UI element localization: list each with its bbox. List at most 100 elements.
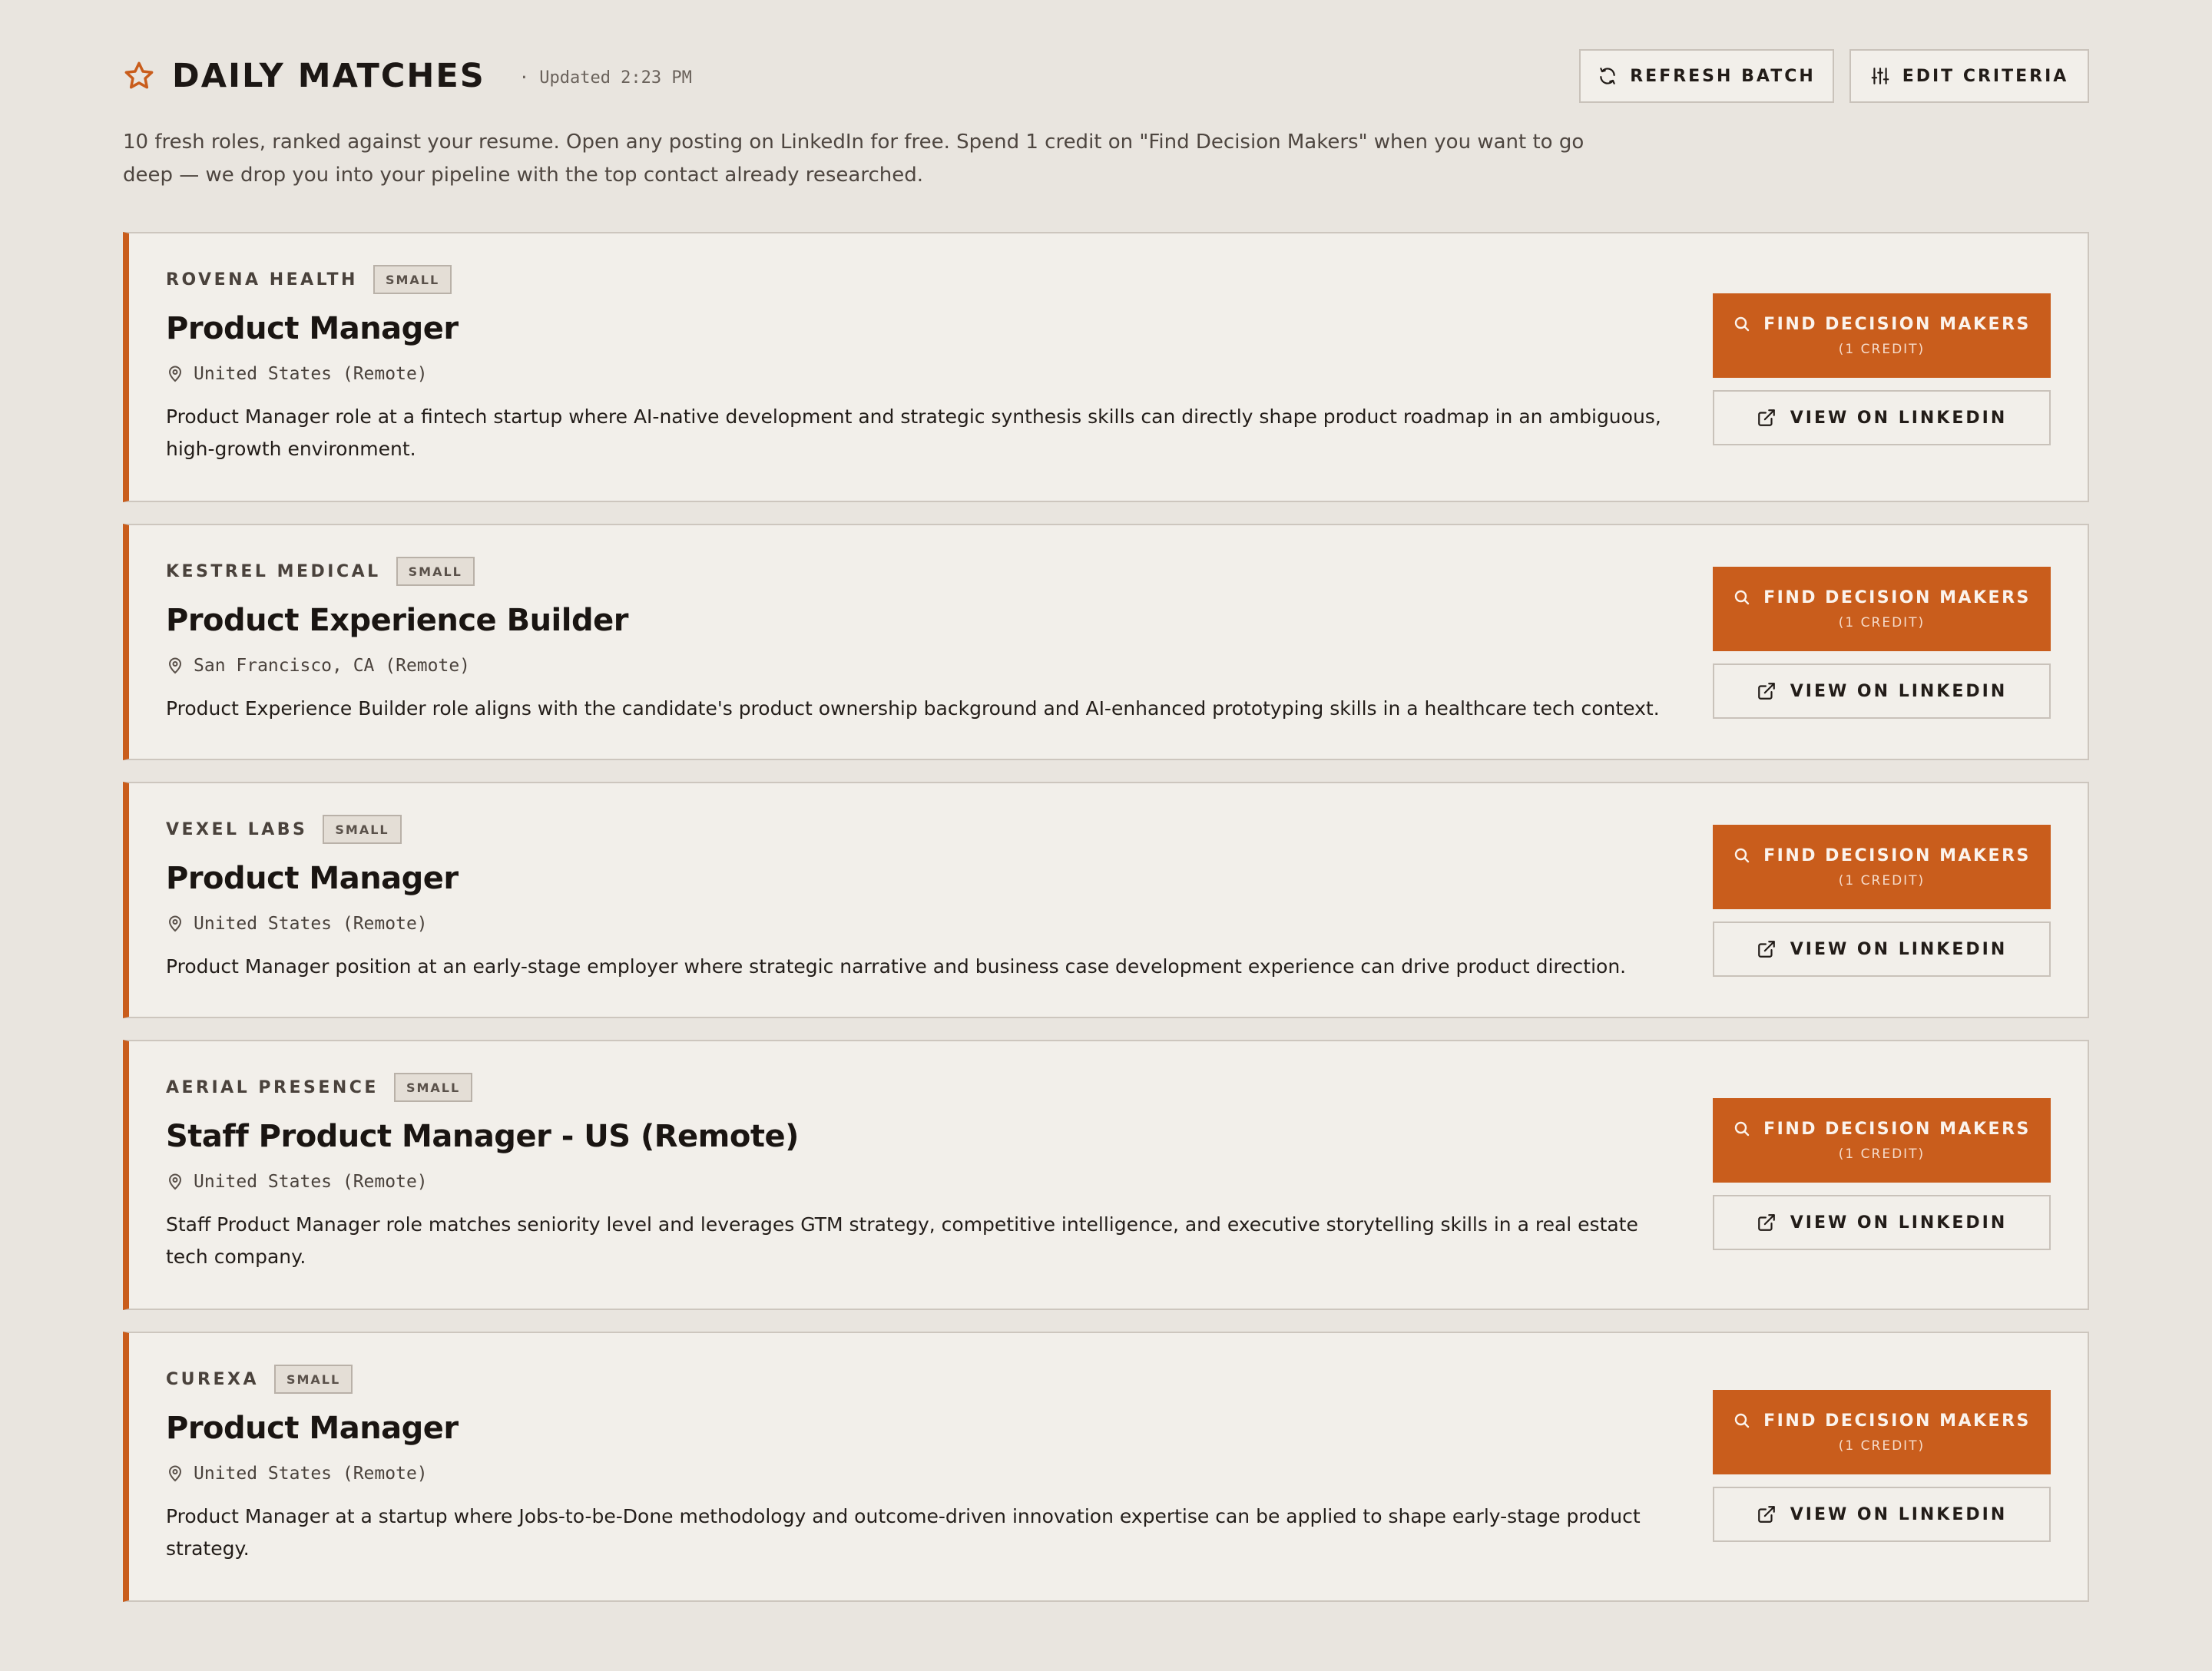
title-group: DAILY MATCHES · Updated 2:23 PM	[123, 48, 692, 104]
job-card-body: VEXEL LABS SMALL Product Manager United …	[166, 814, 1671, 983]
job-card-actions: FIND DECISION MAKERS (1 CREDIT) VIEW ON …	[1713, 567, 2051, 719]
job-location: United States (Remote)	[194, 1464, 428, 1484]
refresh-batch-label: REFRESH BATCH	[1630, 66, 1816, 86]
company-size-badge: SMALL	[393, 1073, 473, 1102]
search-icon	[1733, 1411, 1751, 1430]
job-description: Product Manager role at a fintech startu…	[166, 405, 1661, 460]
external-link-icon	[1757, 681, 1777, 701]
updated-timestamp: · Updated 2:23 PM	[518, 68, 692, 88]
job-card: ROVENA HEALTH SMALL Product Manager Unit…	[123, 232, 2089, 502]
job-card-body: ROVENA HEALTH SMALL Product Manager Unit…	[166, 264, 1671, 465]
search-icon	[1733, 1120, 1751, 1138]
search-icon	[1733, 588, 1751, 607]
location-pin-icon	[166, 1464, 184, 1483]
job-title: Product Manager	[166, 1411, 459, 1446]
job-card: CUREXA SMALL Product Manager United Stat…	[123, 1332, 2089, 1602]
credit-cost-label: (1 CREDIT)	[1838, 872, 1926, 888]
company-size-badge: SMALL	[273, 1365, 353, 1394]
find-decision-makers-label: FIND DECISION MAKERS	[1763, 845, 2031, 865]
search-icon	[1733, 315, 1751, 333]
location-row: United States (Remote)	[166, 1169, 1671, 1195]
external-link-icon	[1757, 1213, 1777, 1233]
credit-cost-label: (1 CREDIT)	[1838, 1146, 1926, 1162]
find-decision-makers-button[interactable]: FIND DECISION MAKERS (1 CREDIT)	[1713, 567, 2051, 651]
view-on-linkedin-button[interactable]: VIEW ON LINKEDIN	[1713, 663, 2051, 719]
view-on-linkedin-button[interactable]: VIEW ON LINKEDIN	[1713, 390, 2051, 445]
company-name: VEXEL LABS	[166, 819, 308, 839]
view-on-linkedin-button[interactable]: VIEW ON LINKEDIN	[1713, 922, 2051, 977]
page-subtitle: 10 fresh roles, ranked against your resu…	[123, 131, 1584, 187]
search-icon	[1733, 846, 1751, 865]
company-row: VEXEL LABS SMALL	[166, 814, 1671, 845]
job-description: Product Manager position at an early-sta…	[166, 955, 1627, 978]
page-title: DAILY MATCHES	[172, 57, 485, 95]
view-on-linkedin-label: VIEW ON LINKEDIN	[1790, 681, 2008, 701]
find-decision-makers-button[interactable]: FIND DECISION MAKERS (1 CREDIT)	[1713, 825, 2051, 909]
job-description: Staff Product Manager role matches senio…	[166, 1213, 1638, 1268]
page-header: DAILY MATCHES · Updated 2:23 PM REFRESH …	[123, 48, 2089, 104]
view-on-linkedin-button[interactable]: VIEW ON LINKEDIN	[1713, 1487, 2051, 1542]
job-title: Product Experience Builder	[166, 603, 628, 638]
find-decision-makers-label: FIND DECISION MAKERS	[1763, 1119, 2031, 1139]
refresh-icon	[1598, 66, 1618, 86]
job-location: United States (Remote)	[194, 914, 428, 934]
credit-cost-label: (1 CREDIT)	[1838, 341, 1926, 357]
job-description: Product Manager at a startup where Jobs-…	[166, 1505, 1641, 1560]
header-actions: REFRESH BATCH EDIT CRITERIA	[1579, 49, 2089, 103]
external-link-icon	[1757, 1504, 1777, 1524]
job-location: San Francisco, CA (Remote)	[194, 656, 471, 676]
job-card-body: AERIAL PRESENCE SMALL Staff Product Mana…	[166, 1072, 1671, 1273]
company-size-badge: SMALL	[373, 265, 452, 294]
find-decision-makers-row: FIND DECISION MAKERS	[1733, 1120, 2031, 1139]
company-name: ROVENA HEALTH	[166, 270, 358, 290]
company-size-badge: SMALL	[396, 557, 475, 586]
job-card-actions: FIND DECISION MAKERS (1 CREDIT) VIEW ON …	[1713, 825, 2051, 977]
location-pin-icon	[166, 657, 184, 675]
find-decision-makers-button[interactable]: FIND DECISION MAKERS (1 CREDIT)	[1713, 293, 2051, 378]
job-description: Product Experience Builder role aligns w…	[166, 697, 1660, 720]
location-pin-icon	[166, 915, 184, 933]
star-icon	[123, 60, 155, 92]
refresh-batch-button[interactable]: REFRESH BATCH	[1579, 49, 1834, 103]
company-name: CUREXA	[166, 1369, 259, 1389]
job-title: Product Manager	[166, 861, 459, 896]
view-on-linkedin-label: VIEW ON LINKEDIN	[1790, 408, 2008, 428]
find-decision-makers-label: FIND DECISION MAKERS	[1763, 587, 2031, 607]
job-card-actions: FIND DECISION MAKERS (1 CREDIT) VIEW ON …	[1713, 1098, 2051, 1250]
job-title: Staff Product Manager - US (Remote)	[166, 1119, 799, 1154]
view-on-linkedin-label: VIEW ON LINKEDIN	[1790, 1213, 2008, 1233]
view-on-linkedin-label: VIEW ON LINKEDIN	[1790, 1504, 2008, 1524]
job-card-body: CUREXA SMALL Product Manager United Stat…	[166, 1364, 1671, 1565]
company-name: AERIAL PRESENCE	[166, 1077, 379, 1097]
find-decision-makers-button[interactable]: FIND DECISION MAKERS (1 CREDIT)	[1713, 1390, 2051, 1474]
location-pin-icon	[166, 365, 184, 383]
external-link-icon	[1757, 408, 1777, 428]
location-pin-icon	[166, 1173, 184, 1191]
find-decision-makers-row: FIND DECISION MAKERS	[1733, 315, 2031, 334]
view-on-linkedin-button[interactable]: VIEW ON LINKEDIN	[1713, 1195, 2051, 1250]
company-row: AERIAL PRESENCE SMALL	[166, 1072, 1671, 1103]
company-row: ROVENA HEALTH SMALL	[166, 264, 1671, 295]
find-decision-makers-row: FIND DECISION MAKERS	[1733, 1411, 2031, 1431]
edit-criteria-label: EDIT CRITERIA	[1902, 66, 2069, 86]
location-row: San Francisco, CA (Remote)	[166, 653, 1671, 679]
company-size-badge: SMALL	[323, 815, 402, 844]
job-title: Product Manager	[166, 311, 459, 346]
find-decision-makers-row: FIND DECISION MAKERS	[1733, 846, 2031, 865]
job-location: United States (Remote)	[194, 1172, 428, 1192]
find-decision-makers-label: FIND DECISION MAKERS	[1763, 1411, 2031, 1431]
view-on-linkedin-label: VIEW ON LINKEDIN	[1790, 939, 2008, 959]
sliders-icon	[1870, 66, 1890, 86]
company-row: CUREXA SMALL	[166, 1364, 1671, 1395]
find-decision-makers-label: FIND DECISION MAKERS	[1763, 314, 2031, 334]
job-card: KESTREL MEDICAL SMALL Product Experience…	[123, 524, 2089, 760]
job-card-actions: FIND DECISION MAKERS (1 CREDIT) VIEW ON …	[1713, 1390, 2051, 1542]
location-row: United States (Remote)	[166, 911, 1671, 937]
find-decision-makers-button[interactable]: FIND DECISION MAKERS (1 CREDIT)	[1713, 1098, 2051, 1183]
job-location: United States (Remote)	[194, 364, 428, 384]
credit-cost-label: (1 CREDIT)	[1838, 614, 1926, 630]
edit-criteria-button[interactable]: EDIT CRITERIA	[1849, 49, 2089, 103]
job-card: AERIAL PRESENCE SMALL Staff Product Mana…	[123, 1040, 2089, 1310]
job-card: VEXEL LABS SMALL Product Manager United …	[123, 782, 2089, 1018]
external-link-icon	[1757, 939, 1777, 959]
